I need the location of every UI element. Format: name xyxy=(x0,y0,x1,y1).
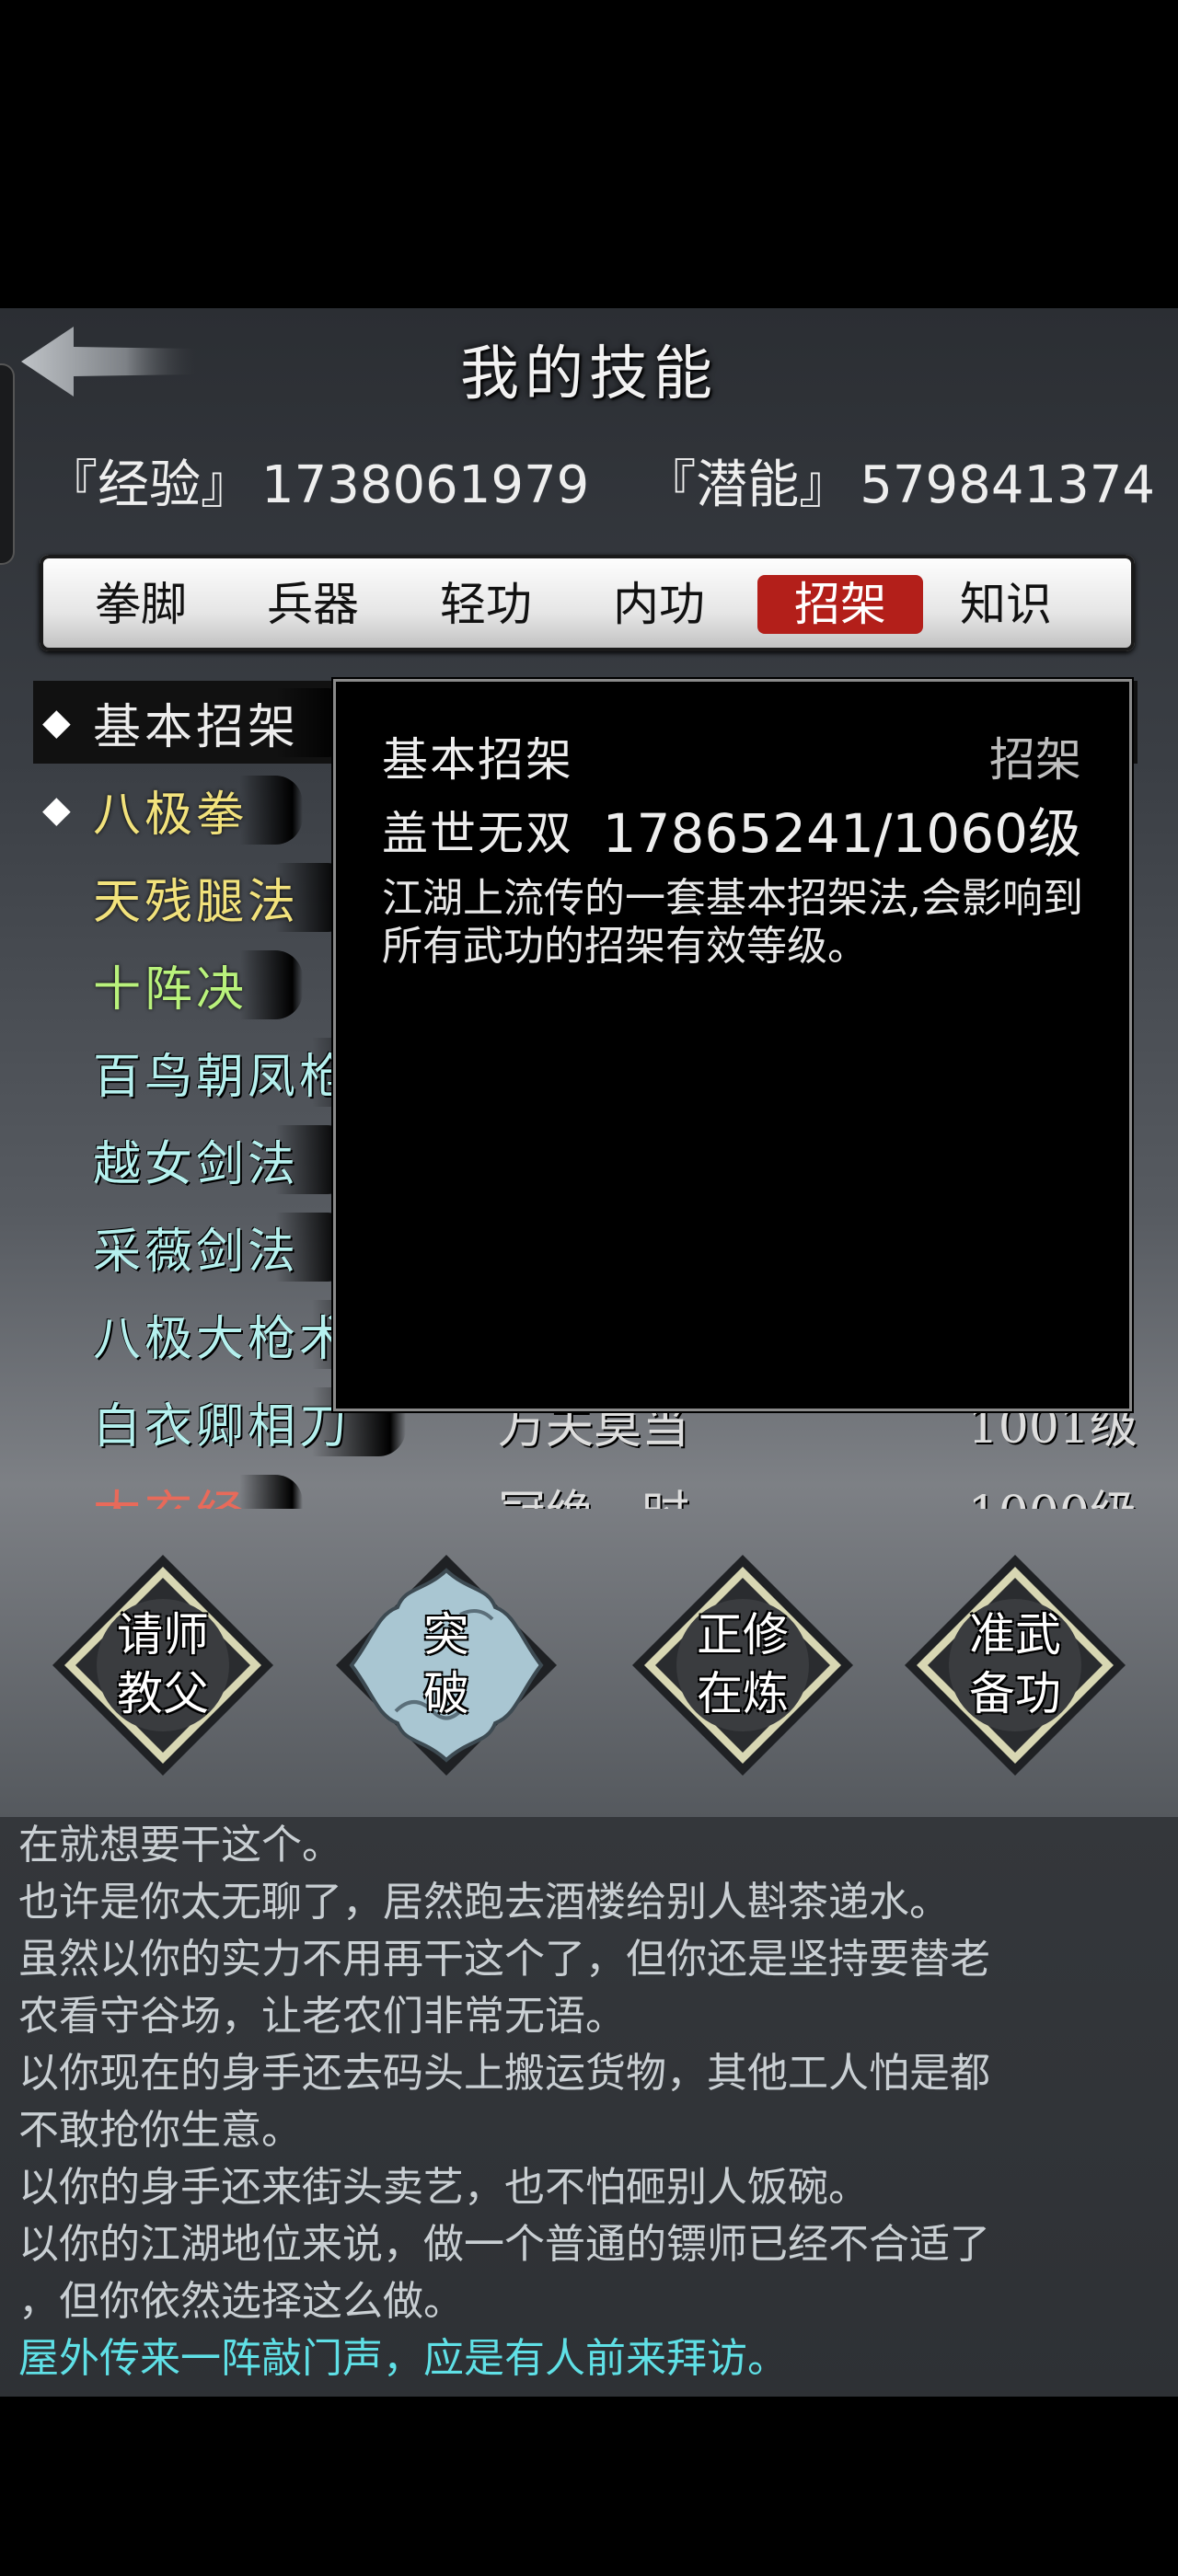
skill-name: 天残腿法 xyxy=(93,863,355,932)
log-line: 在就想要干这个。 xyxy=(18,1822,342,1869)
status-area xyxy=(0,0,1178,308)
stats-bar: 『经验』 1738061979 『潜能』 579841374 xyxy=(46,443,1164,518)
log-line: 以你的江湖地位来说，做一个普通的镖师已经不合适了 xyxy=(18,2221,990,2268)
breakthrough-label-2: 破 xyxy=(423,1667,469,1720)
popup-skill-description: 江湖上流传的一套基本招架法,会影响到所有武功的招架有效等级。 xyxy=(382,875,1083,970)
skill-name: 太玄经 xyxy=(93,1475,304,1509)
selected-diamond-icon: ◆ xyxy=(42,701,71,743)
popup-skill-level: 17865241/1060级 xyxy=(602,802,1081,865)
skill-name: 八极拳 xyxy=(93,776,304,845)
tab-knowledge[interactable]: 知识 xyxy=(923,575,1089,634)
log-line: 以你的身手还来街头卖艺，也不怕砸别人饭碗。 xyxy=(18,2164,869,2211)
log-line: ，但你依然选择这么做。 xyxy=(18,2278,464,2325)
exp-label: 『经验』 xyxy=(46,455,252,515)
ask-master-label-1: 请师 xyxy=(117,1608,209,1662)
skill-name: 越女剑法 xyxy=(93,1125,355,1194)
popup-skill-name: 基本招架 xyxy=(382,733,573,787)
ask-master-button[interactable]: 请师 教父 xyxy=(48,1550,278,1780)
tab-fist[interactable]: 拳脚 xyxy=(58,575,224,634)
breakthrough-label-1: 突 xyxy=(423,1608,469,1662)
tab-parry[interactable]: 招架 xyxy=(757,575,923,634)
page-title: 我的技能 xyxy=(460,340,718,408)
cultivating-label-2: 在炼 xyxy=(697,1667,789,1720)
potential-value: 579841374 xyxy=(860,455,1155,515)
log-line: 也许是你太无聊了，居然跑去酒楼给别人斟茶递水。 xyxy=(18,1879,950,1926)
skill-name: 基本招架 xyxy=(93,688,355,757)
log-line-highlight: 屋外传来一阵敲门声，应是有人前来拜访。 xyxy=(18,2335,788,2382)
skill-detail-popup[interactable]: 基本招架 招架 盖世无双 17865241/1060级 江湖上流传的一套基本招架… xyxy=(333,679,1132,1411)
prepare-skill-button[interactable]: 准武 备功 xyxy=(900,1550,1130,1780)
tab-weapons[interactable]: 兵器 xyxy=(230,575,396,634)
skill-row[interactable]: 太玄经 冠绝一时 1000级 xyxy=(33,1467,1138,1509)
prepare-skill-label-1: 准武 xyxy=(969,1608,1061,1662)
skill-category-tabs: 拳脚 兵器 轻功 内功 招架 知识 xyxy=(40,555,1135,651)
popup-skill-type: 招架 xyxy=(989,733,1081,787)
log-line: 不敢抢你生意。 xyxy=(18,2107,302,2154)
log-line: 虽然以你的实力不用再干这个了，但你还是坚持要替老 xyxy=(18,1936,990,1983)
ask-master-label-2: 教父 xyxy=(117,1667,209,1720)
skill-level: 1000级 xyxy=(968,1475,1138,1509)
exp-value: 1738061979 xyxy=(261,455,590,515)
skill-name: 十阵决 xyxy=(93,950,304,1019)
log-line: 农看守谷场，让老农们非常无语。 xyxy=(18,1993,626,2040)
tab-inner[interactable]: 内功 xyxy=(576,575,742,634)
prepare-skill-label-2: 备功 xyxy=(969,1667,1061,1720)
skill-name: 采薇剑法 xyxy=(93,1213,355,1282)
bottom-area xyxy=(0,2397,1178,2576)
breakthrough-button[interactable]: 突 破 xyxy=(331,1550,561,1780)
skill-title: 冠绝一时 xyxy=(498,1475,689,1509)
log-line: 以你现在的身手还去码头上搬运货物，其他工人怕是都 xyxy=(18,2050,990,2097)
message-log[interactable]: 在就想要干这个。 也许是你太无聊了，居然跑去酒楼给别人斟茶递水。 虽然以你的实力… xyxy=(0,1817,1178,2397)
cultivating-button[interactable]: 正修 在炼 xyxy=(628,1550,858,1780)
popup-skill-title: 盖世无双 xyxy=(382,807,573,860)
potential-label: 『潜能』 xyxy=(644,455,851,515)
selected-diamond-icon: ◆ xyxy=(42,788,71,831)
cultivating-label-1: 正修 xyxy=(697,1608,789,1662)
tab-lightness[interactable]: 轻功 xyxy=(403,575,569,634)
